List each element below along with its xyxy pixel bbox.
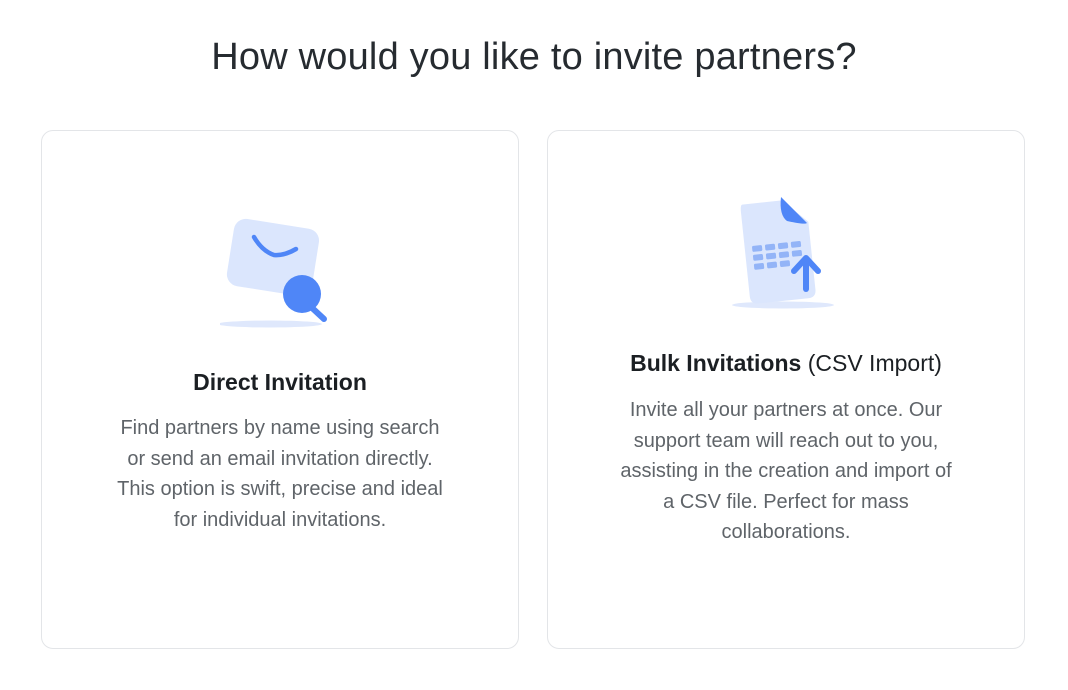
- csv-upload-icon: [732, 197, 834, 309]
- bulk-invitations-title: Bulk Invitations (CSV Import): [630, 350, 942, 376]
- bulk-invitations-card[interactable]: Bulk Invitations (CSV Import) Invite all…: [547, 130, 1025, 649]
- page-title: How would you like to invite partners?: [211, 36, 857, 78]
- direct-invitation-description: Find partners by name using search or se…: [117, 417, 443, 531]
- envelope-search-icon: [220, 218, 327, 328]
- bulk-invitations-description: Invite all your partners at once. Our su…: [620, 399, 952, 543]
- direct-invitation-card[interactable]: Direct Invitation Find partners by name …: [41, 130, 519, 649]
- direct-invitation-title: Direct Invitation: [193, 369, 367, 395]
